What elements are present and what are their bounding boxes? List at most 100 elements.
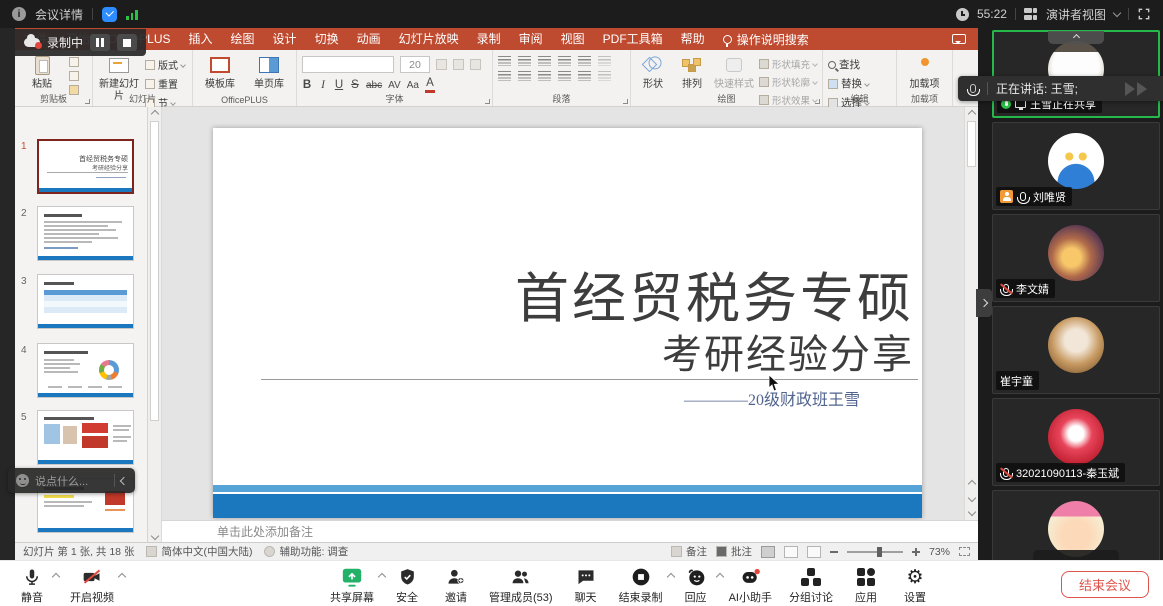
shape-fill-button[interactable]: 形状填充 [759, 57, 817, 71]
notes-pane[interactable]: 单击此处添加备注 [162, 520, 978, 542]
strikethrough-abc-button[interactable]: abc [366, 80, 382, 91]
zoom-level[interactable]: 73% [929, 546, 950, 558]
chat-button[interactable]: 聊天 [570, 565, 602, 605]
mute-options-caret[interactable] [52, 573, 60, 581]
camera-options-caret[interactable] [118, 573, 126, 581]
decrease-indent-icon[interactable] [538, 56, 551, 66]
chevron-down-icon[interactable] [1113, 8, 1121, 16]
slide-thumbnail-5[interactable] [37, 410, 134, 465]
find-button[interactable]: 查找 [828, 57, 869, 72]
next-slide-icon[interactable] [965, 491, 978, 504]
tab-slideshow[interactable]: 幻灯片放映 [390, 28, 468, 50]
stop-recording-button[interactable]: 结束录制 [619, 565, 663, 605]
bullets-icon[interactable] [498, 56, 511, 66]
notes-placeholder[interactable]: 单击此处添加备注 [217, 523, 313, 540]
slide-thumbnail-3[interactable] [37, 274, 134, 329]
grow-font-icon[interactable] [436, 59, 447, 70]
slide-canvas[interactable]: 首经贸税务专硕 考研经验分享 ————20级财政班王雪 [162, 107, 964, 520]
italic-button[interactable]: I [318, 79, 328, 91]
breakout-rooms-button[interactable]: 分组讨论 [789, 565, 833, 605]
shrink-font-icon[interactable] [453, 59, 464, 70]
reset-button[interactable]: 重置 [145, 76, 185, 91]
align-right-icon[interactable] [538, 71, 551, 81]
end-meeting-button[interactable]: 结束会议 [1061, 571, 1149, 598]
collapse-tile-button[interactable] [1048, 31, 1104, 44]
comments-toggle[interactable]: 批注 [716, 544, 752, 559]
share-options-caret[interactable] [378, 573, 386, 581]
layout-button[interactable]: 版式 [145, 57, 185, 72]
scroll-down-icon[interactable] [148, 529, 161, 542]
apps-button[interactable]: 应用 [850, 565, 882, 605]
slide-thumbnail-2[interactable] [37, 206, 134, 261]
tab-design[interactable]: 设计 [264, 28, 306, 50]
slide-sorter-view-button[interactable] [784, 546, 798, 558]
stop-recording-icon-button[interactable] [117, 34, 137, 51]
tab-view[interactable]: 视图 [552, 28, 594, 50]
scroll-down-icon[interactable] [965, 505, 978, 518]
replace-button[interactable]: 替换 [828, 76, 869, 91]
reading-view-button[interactable] [807, 546, 821, 558]
chat-input-placeholder[interactable]: 说点什么... [35, 473, 108, 489]
copy-icon[interactable] [69, 71, 79, 81]
network-signal-icon[interactable] [126, 9, 138, 20]
tell-me-search[interactable]: 操作说明搜索 [714, 31, 818, 48]
clipboard-dialog-launcher[interactable] [85, 99, 90, 104]
zoom-out-icon[interactable] [830, 551, 838, 553]
increase-indent-icon[interactable] [558, 56, 571, 66]
manage-members-button[interactable]: 管理成员(53) [489, 565, 553, 605]
drawing-dialog-launcher[interactable] [815, 99, 820, 104]
zoom-slider[interactable] [847, 551, 903, 553]
emoji-icon[interactable] [16, 474, 29, 487]
character-spacing-button[interactable]: AV [388, 80, 401, 91]
text-direction-icon[interactable] [598, 56, 611, 66]
clear-formatting-icon[interactable] [470, 59, 481, 70]
font-size-combobox[interactable]: 20 [400, 56, 430, 73]
pause-recording-button[interactable] [90, 34, 110, 51]
security-shield-icon[interactable] [102, 7, 117, 22]
font-dialog-launcher[interactable] [485, 99, 490, 104]
notes-toggle[interactable]: 备注 [671, 544, 707, 559]
strikethrough-button[interactable]: S [350, 79, 360, 91]
sidebar-expand-handle[interactable] [976, 289, 992, 317]
participant-tile-2[interactable]: 刘唯贤 [992, 122, 1160, 210]
recording-options-caret[interactable] [666, 573, 674, 581]
paragraph-dialog-launcher[interactable] [623, 99, 628, 104]
participant-tile-1[interactable]: 王雪正在共享 [992, 30, 1160, 118]
language-status[interactable]: 简体中文(中国大陆) [146, 544, 252, 559]
quick-chat-overlay[interactable]: 说点什么... [8, 468, 135, 493]
addins-button[interactable]: 加载项 [908, 53, 942, 91]
align-left-icon[interactable] [498, 71, 511, 81]
reactions-button[interactable]: 回应 [680, 565, 712, 605]
tab-record[interactable]: 录制 [468, 28, 510, 50]
tab-insert[interactable]: 插入 [180, 28, 222, 50]
convert-smartart-icon[interactable] [598, 71, 611, 81]
font-color-button[interactable]: A [425, 78, 435, 93]
tab-transitions[interactable]: 切换 [306, 28, 348, 50]
slide-thumbnail-1[interactable]: 首经贸税务专硕 考研经验分享 [37, 139, 134, 194]
quick-styles-button[interactable]: 快速样式 [714, 53, 754, 91]
participant-tile-3[interactable]: 李文婧 [992, 214, 1160, 302]
columns-icon[interactable] [578, 71, 591, 81]
mute-button[interactable]: 静音 [16, 565, 48, 605]
arrange-button[interactable]: 排列 [675, 53, 709, 91]
change-case-button[interactable]: Aa [407, 80, 419, 91]
numbering-icon[interactable] [518, 56, 531, 66]
align-center-icon[interactable] [518, 71, 531, 81]
shapes-button[interactable]: 形状 [636, 53, 670, 91]
invite-button[interactable]: 邀请 [440, 565, 472, 605]
scrollbar-thumb[interactable] [150, 121, 159, 421]
fullscreen-icon[interactable] [1137, 7, 1151, 21]
thumbnail-scrollbar[interactable] [148, 107, 162, 542]
tab-draw[interactable]: 绘图 [222, 28, 264, 50]
justify-icon[interactable] [558, 71, 571, 81]
settings-button[interactable]: ⚙ 设置 [899, 565, 931, 605]
camera-button[interactable]: 开启视频 [70, 565, 114, 605]
single-page-library-button[interactable]: 单页库 [247, 53, 291, 91]
info-icon[interactable]: i [12, 7, 26, 21]
fit-slide-icon[interactable] [959, 547, 970, 556]
scroll-up-icon[interactable] [148, 107, 161, 120]
reactions-options-caret[interactable] [715, 573, 723, 581]
scrollbar-thumb[interactable] [967, 121, 976, 167]
font-name-combobox[interactable] [302, 56, 394, 73]
cut-icon[interactable] [69, 57, 79, 67]
